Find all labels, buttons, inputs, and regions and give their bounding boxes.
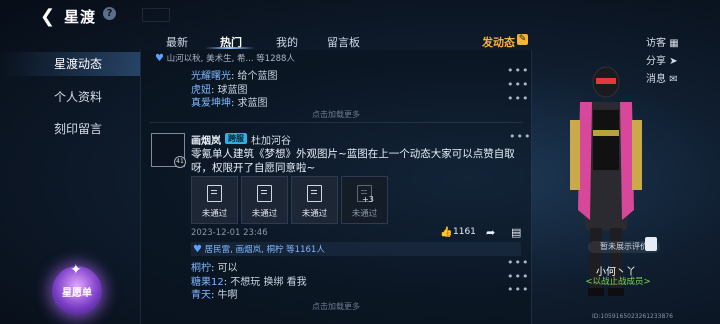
mail-icon: ✉: [669, 74, 678, 85]
guild-tag: <以战止战成员>: [585, 277, 651, 287]
document-icon: [307, 185, 322, 202]
post-image[interactable]: 未通过: [191, 176, 238, 224]
nav-item-star-feed[interactable]: 星渡动态: [0, 52, 140, 76]
nav-item-messages[interactable]: 刻印留言: [0, 117, 140, 141]
likes-line: ♥ 居民雷, 画烟岚, 桐柠 等1161人: [193, 244, 325, 255]
feed-panel[interactable]: ♥ 山河以秋, 美术生, 希... 等1288人 光耀曙光: 给个蓝图 ••• …: [140, 50, 532, 324]
evaluation-icon[interactable]: [645, 237, 657, 251]
tab-latest[interactable]: 最新: [166, 34, 188, 50]
more-options-icon[interactable]: •••: [507, 256, 529, 269]
post-image[interactable]: 未通过: [291, 176, 338, 224]
more-options-icon[interactable]: •••: [509, 130, 531, 143]
messages-link[interactable]: 消息 ✉: [646, 70, 678, 85]
comment-icon[interactable]: ▤: [511, 226, 521, 239]
share-icon[interactable]: ➦: [486, 226, 495, 239]
share-icon: ➤: [669, 56, 678, 67]
like-count: 1161: [453, 227, 476, 237]
visitors-icon: ▦: [669, 38, 679, 49]
more-options-icon[interactable]: •••: [507, 270, 529, 283]
nav-item-profile[interactable]: 个人资料: [0, 85, 140, 109]
tab-mine[interactable]: 我的: [276, 34, 298, 50]
visitors-link[interactable]: 访客 ▦: [646, 34, 679, 49]
post-timestamp: 2023-12-01 23:46: [191, 228, 268, 238]
post-button[interactable]: 发动态: [482, 34, 515, 50]
like-icon[interactable]: 👍: [440, 227, 452, 238]
comment-row[interactable]: 桐柠: 可以: [191, 259, 238, 274]
document-icon: [207, 185, 222, 202]
player-uid: ID:1059165023261233876: [592, 313, 673, 320]
post-image-more[interactable]: +3 未通过: [341, 176, 388, 224]
page-title: 星渡: [64, 8, 97, 26]
post-image[interactable]: 未通过: [241, 176, 288, 224]
load-more-link[interactable]: 点击加载更多: [141, 301, 531, 312]
back-arrow-icon[interactable]: ❮: [40, 6, 55, 27]
post-body: 零氪单人建筑《梦想》外观图片~蓝图在上一个动态大家可以点赞自取呀，权限开了自愿同…: [191, 148, 515, 174]
comment-row[interactable]: 青天: 牛啊: [191, 286, 238, 301]
comment-row[interactable]: 真爱坤坤: 求蓝图: [191, 94, 268, 109]
tab-active-indicator: [205, 47, 255, 49]
more-options-icon[interactable]: •••: [507, 283, 529, 296]
star-list-label: 星愿单: [62, 288, 92, 299]
heart-icon: ♥: [193, 244, 202, 255]
document-icon: [257, 185, 272, 202]
heart-icon: ♥: [155, 53, 164, 64]
sparkle-icon: ✦: [70, 262, 82, 278]
likes-line: ♥ 山河以秋, 美术生, 希... 等1288人: [155, 53, 295, 64]
divider: [149, 122, 523, 123]
share-link[interactable]: 分享 ➤: [646, 52, 678, 67]
server-badge: 跨服: [225, 133, 247, 144]
more-options-icon[interactable]: •••: [507, 64, 529, 77]
author-name[interactable]: 画烟岚: [191, 132, 221, 147]
comment-row[interactable]: 光耀曙光: 给个蓝图: [191, 67, 278, 82]
level-badge: 41: [174, 156, 186, 168]
more-options-icon[interactable]: •••: [507, 92, 529, 105]
more-options-icon[interactable]: •••: [507, 78, 529, 91]
server-name: 杜加河谷: [251, 136, 291, 147]
help-icon[interactable]: ?: [103, 7, 116, 20]
edit-icon[interactable]: ✎: [517, 34, 528, 45]
watermark: [142, 8, 170, 22]
tab-message-board[interactable]: 留言板: [327, 34, 360, 50]
load-more-link[interactable]: 点击加载更多: [141, 109, 531, 120]
